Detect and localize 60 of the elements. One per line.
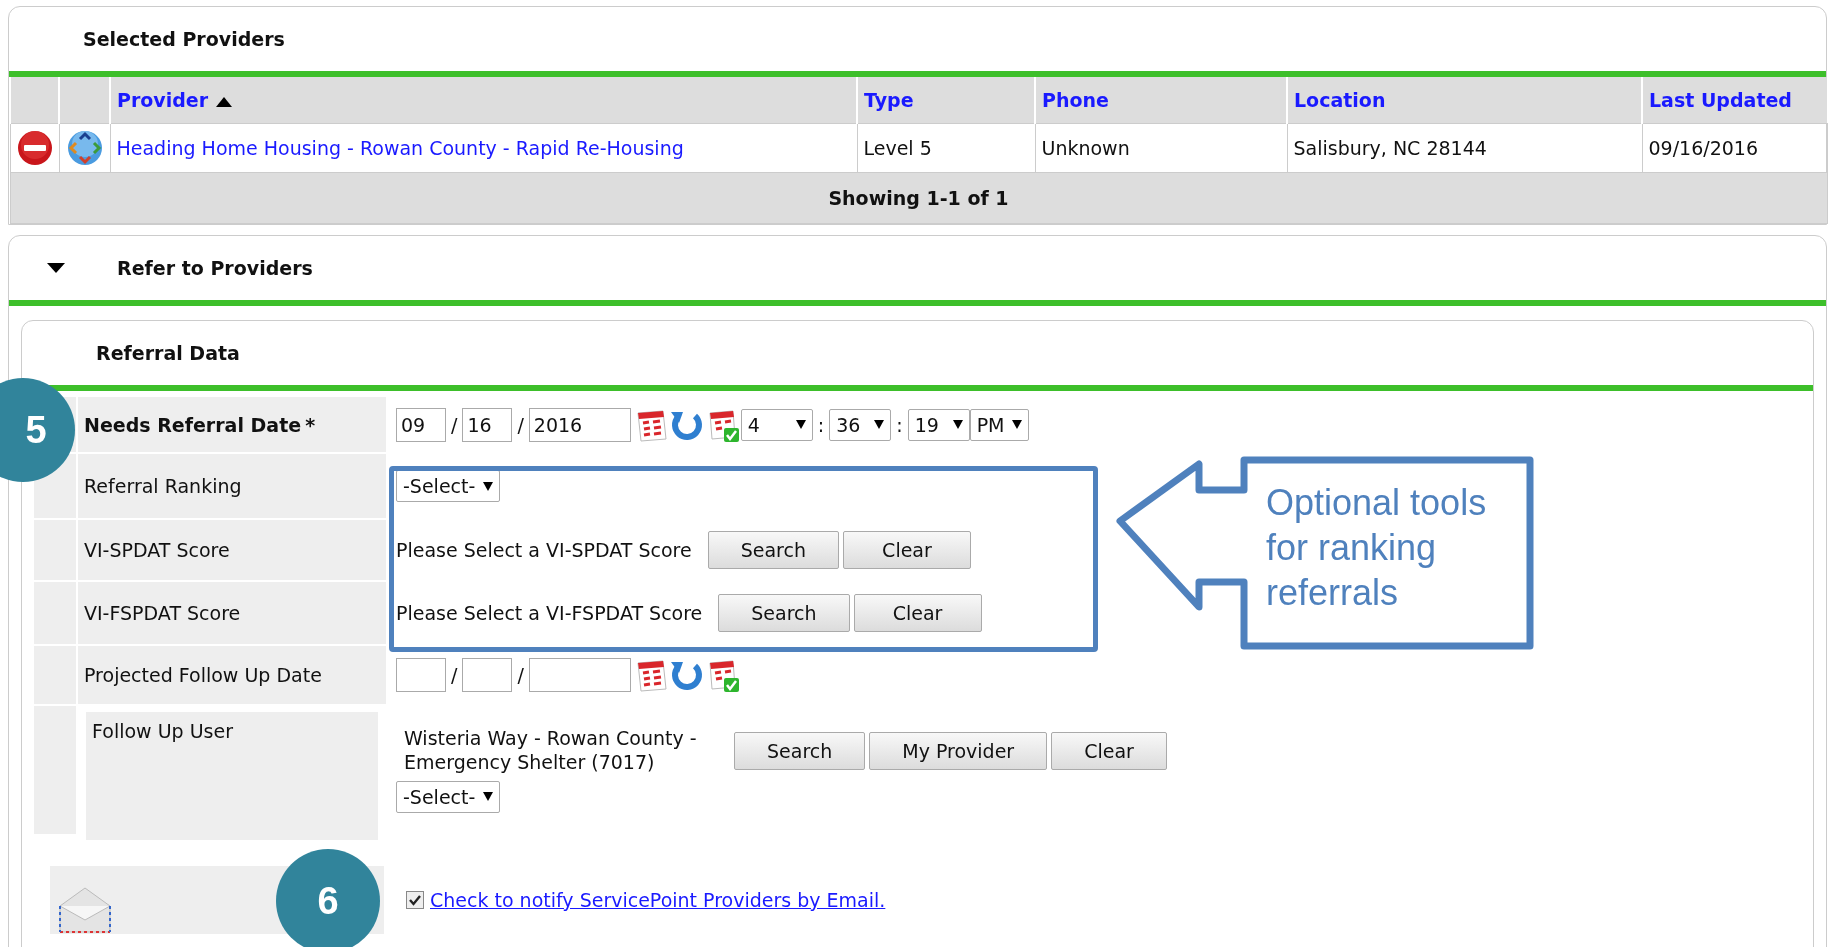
lookup-button[interactable]: Search bbox=[734, 732, 866, 770]
field-label: VI-FSPDAT Score bbox=[84, 602, 241, 624]
year-input[interactable]: 2016 bbox=[528, 407, 631, 442]
table-cell: Level 5 bbox=[863, 137, 932, 159]
caret-icon bbox=[483, 792, 494, 802]
time-select[interactable]: 19 bbox=[907, 408, 970, 441]
date-separator: / bbox=[451, 413, 458, 436]
time-separator: : bbox=[817, 413, 825, 436]
column-header-link[interactable]: Phone bbox=[1042, 89, 1109, 111]
date-separator: / bbox=[517, 664, 524, 686]
field-label: Follow Up User bbox=[92, 720, 233, 742]
date-separator: / bbox=[517, 413, 524, 436]
month-input[interactable]: 09 bbox=[396, 407, 446, 442]
ranking-select[interactable]: -Select- bbox=[396, 470, 501, 502]
follow-up-user-text: Wisteria Way - Rowan County - Emergency Shelter (7017) bbox=[404, 727, 698, 775]
calendar-icon[interactable] bbox=[634, 657, 669, 693]
year-input[interactable] bbox=[528, 658, 631, 692]
time-select[interactable]: 36 bbox=[829, 408, 892, 441]
column-header-link[interactable]: Location bbox=[1294, 89, 1386, 111]
table-cell: 09/16/2016 bbox=[1648, 137, 1758, 159]
column-header-link[interactable]: Provider bbox=[117, 89, 209, 111]
caret-icon bbox=[952, 420, 963, 429]
day-input[interactable]: 16 bbox=[462, 407, 513, 442]
lookup-button[interactable]: Clear bbox=[842, 531, 971, 569]
table-cell: Salisbury, NC 28144 bbox=[1293, 137, 1487, 159]
score-placeholder-text: Please Select a VI-FSPDAT Score bbox=[396, 602, 703, 624]
required-mark: * bbox=[305, 413, 316, 436]
date-separator: / bbox=[451, 664, 458, 686]
field-label: VI-SPDAT Score bbox=[84, 539, 230, 561]
panel-title: Refer to Providers bbox=[117, 257, 313, 279]
panel-title: Referral Data bbox=[96, 342, 240, 364]
user-select[interactable]: -Select- bbox=[396, 780, 501, 813]
pagination-summary: Showing 1-1 of 1 bbox=[828, 187, 1009, 209]
am-pm-select[interactable]: PM bbox=[969, 408, 1030, 441]
score-placeholder-text: Please Select a VI-SPDAT Score bbox=[396, 539, 692, 561]
lookup-button[interactable]: Clear bbox=[1051, 732, 1167, 770]
field-label: Projected Follow Up Date bbox=[84, 664, 322, 686]
caret-icon bbox=[795, 420, 806, 429]
table-cell: Unknown bbox=[1041, 137, 1130, 159]
globe-arrows-icon[interactable] bbox=[66, 130, 103, 166]
lookup-button[interactable]: Search bbox=[718, 594, 850, 632]
field-label: Referral Ranking bbox=[84, 475, 242, 497]
caret-icon bbox=[483, 481, 494, 491]
time-separator: : bbox=[896, 413, 903, 436]
callout-text: Optional tools for ranking referrals bbox=[1266, 481, 1488, 615]
field-label: Needs Referral Date bbox=[84, 413, 302, 436]
lookup-button[interactable]: Search bbox=[707, 531, 839, 569]
caret-icon bbox=[874, 420, 885, 429]
caret-icon bbox=[1012, 420, 1023, 429]
lookup-button[interactable]: My Provider bbox=[869, 732, 1048, 770]
notify-checkbox[interactable] bbox=[406, 891, 424, 909]
remove-icon[interactable] bbox=[16, 130, 53, 166]
time-select[interactable]: 4 bbox=[740, 408, 813, 441]
panel-title: Selected Providers bbox=[83, 28, 285, 50]
lookup-button[interactable]: Clear bbox=[853, 594, 982, 632]
day-input[interactable] bbox=[462, 658, 513, 692]
column-header-link[interactable]: Type bbox=[864, 89, 914, 111]
month-input[interactable] bbox=[396, 658, 446, 692]
calendar-check-icon[interactable] bbox=[706, 657, 741, 693]
notify-email-link[interactable]: Check to notify ServicePoint Providers by Email. bbox=[430, 889, 886, 911]
